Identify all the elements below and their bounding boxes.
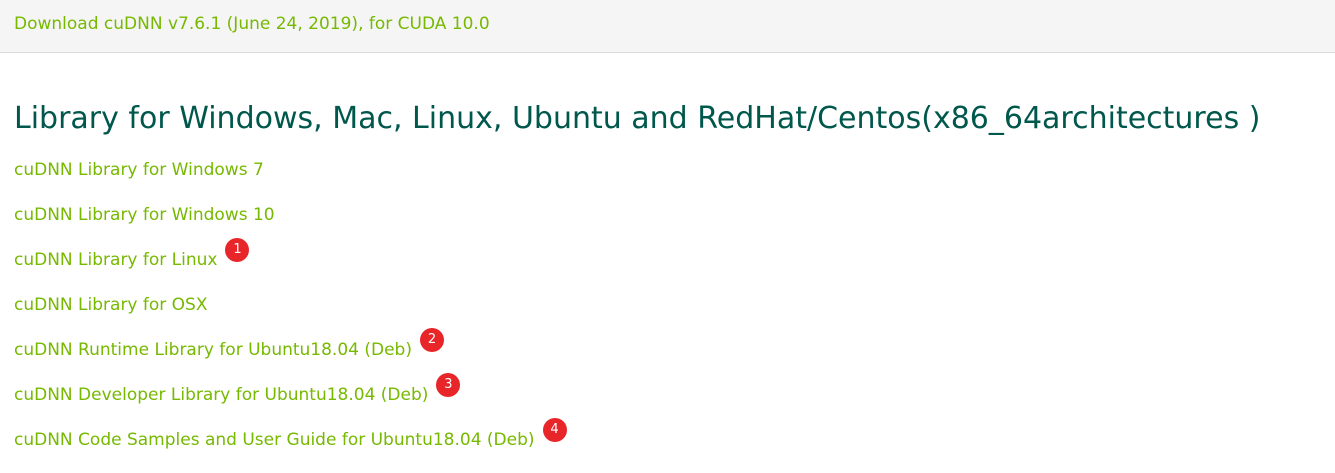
ubuntu-code-samples-link[interactable]: cuDNN Code Samples and User Guide for Ub… [14,428,535,452]
section-title: Library for Windows, Mac, Linux, Ubuntu … [14,101,1261,136]
download-cudnn-link[interactable]: Download cuDNN v7.6.1 (June 24, 2019), f… [14,13,490,35]
ubuntu-runtime-library-link[interactable]: cuDNN Runtime Library for Ubuntu18.04 (D… [14,338,412,362]
list-item: cuDNN Code Samples and User Guide for Ub… [14,418,567,473]
library-link-list: cuDNN Library for Windows 7 cuDNN Librar… [14,158,567,473]
list-item: cuDNN Library for Linux 1 [14,238,567,293]
linux-library-link[interactable]: cuDNN Library for Linux [14,248,217,272]
list-item: cuDNN Library for OSX [14,293,567,338]
annotation-badge: 2 [419,328,444,352]
ubuntu-developer-library-link[interactable]: cuDNN Developer Library for Ubuntu18.04 … [14,383,428,407]
windows10-library-link[interactable]: cuDNN Library for Windows 10 [14,203,275,227]
osx-library-link[interactable]: cuDNN Library for OSX [14,293,208,317]
list-item: cuDNN Developer Library for Ubuntu18.04 … [14,373,567,428]
annotation-badge: 1 [225,238,250,262]
annotation-badge: 4 [542,418,567,442]
list-item: cuDNN Library for Windows 7 [14,158,567,203]
windows7-library-link[interactable]: cuDNN Library for Windows 7 [14,158,264,182]
list-item: cuDNN Runtime Library for Ubuntu18.04 (D… [14,328,567,383]
list-item: cuDNN Library for Windows 10 [14,203,567,248]
download-header-bar: Download cuDNN v7.6.1 (June 24, 2019), f… [0,0,1335,53]
annotation-badge: 3 [436,373,461,397]
